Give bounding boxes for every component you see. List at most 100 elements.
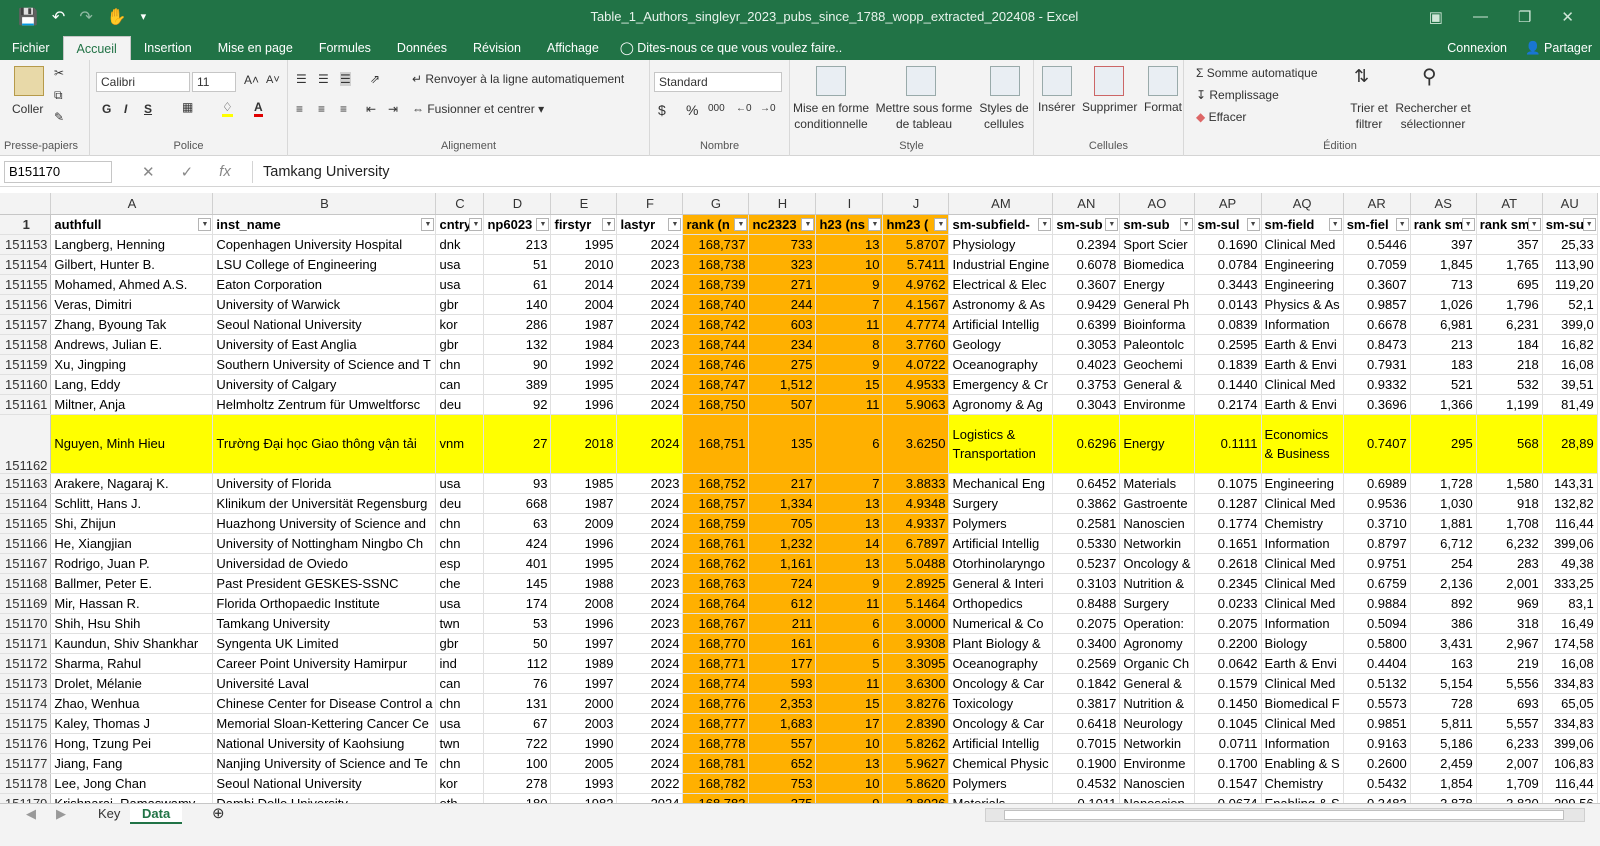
- table-cell[interactable]: usa: [435, 593, 485, 614]
- table-cell[interactable]: 1,683: [748, 713, 817, 734]
- table-cell[interactable]: 3.8833: [882, 473, 950, 494]
- share-button[interactable]: 👤 Partager: [1525, 36, 1592, 60]
- table-cell[interactable]: Enabling & S: [1261, 753, 1344, 774]
- field-header-cell[interactable]: sm-fiel ▼: [1343, 214, 1411, 235]
- row-number[interactable]: 151165: [0, 513, 52, 534]
- row-number[interactable]: 151175: [0, 713, 52, 734]
- table-cell[interactable]: 399,06: [1542, 733, 1598, 754]
- paste-button[interactable]: Coller: [12, 102, 43, 116]
- field-header-cell[interactable]: rank (n ▼: [682, 214, 750, 235]
- table-cell[interactable]: 2022: [616, 773, 684, 794]
- formula-input[interactable]: Tamkang University: [252, 160, 1600, 183]
- table-cell[interactable]: 168,759: [682, 513, 750, 534]
- table-cell[interactable]: can: [435, 673, 485, 694]
- table-cell[interactable]: 0.2618: [1194, 553, 1262, 574]
- table-cell[interactable]: usa: [435, 713, 485, 734]
- font-color-icon[interactable]: A: [254, 100, 263, 117]
- table-cell[interactable]: 211: [748, 613, 817, 634]
- table-cell[interactable]: Networkin: [1119, 733, 1195, 754]
- table-cell[interactable]: 286: [483, 314, 552, 335]
- table-cell[interactable]: 5.9627: [882, 753, 950, 774]
- table-cell[interactable]: 1,161: [748, 553, 817, 574]
- table-cell[interactable]: 2018: [550, 414, 618, 474]
- bold-button[interactable]: G: [102, 102, 111, 116]
- table-cell[interactable]: 2,007: [1476, 753, 1543, 774]
- table-cell[interactable]: 168,761: [682, 533, 750, 554]
- table-cell[interactable]: University of Warwick: [212, 294, 437, 315]
- table-cell[interactable]: Eaton Corporation: [212, 274, 437, 295]
- row-number[interactable]: 151166: [0, 533, 52, 554]
- table-cell[interactable]: 1,512: [748, 374, 817, 395]
- table-cell[interactable]: 695: [1476, 274, 1543, 295]
- copy-icon[interactable]: ⧉: [54, 88, 63, 103]
- next-sheet-icon[interactable]: ▶: [44, 804, 78, 824]
- table-cell[interactable]: Plant Biology &: [948, 633, 1054, 654]
- table-cell[interactable]: 25,33: [1542, 234, 1598, 255]
- cell-styles-button[interactable]: Styles de cellules: [974, 100, 1034, 132]
- table-cell[interactable]: 0.3443: [1194, 274, 1262, 295]
- filter-dropdown-icon[interactable]: ▼: [1328, 217, 1342, 231]
- table-cell[interactable]: 16,49: [1542, 613, 1598, 634]
- cancel-icon[interactable]: ✕: [142, 163, 155, 181]
- filter-dropdown-icon[interactable]: ▼: [1461, 217, 1475, 231]
- table-cell[interactable]: 1990: [550, 733, 618, 754]
- table-cell[interactable]: 0.3053: [1052, 334, 1121, 355]
- table-cell[interactable]: 0.8473: [1343, 334, 1411, 355]
- table-cell[interactable]: Chemistry: [1261, 513, 1344, 534]
- table-cell[interactable]: 168,764: [682, 593, 750, 614]
- align-top-icon[interactable]: ☰: [296, 72, 307, 86]
- table-cell[interactable]: Artificial Intellig: [948, 733, 1054, 754]
- table-cell[interactable]: 13: [815, 553, 884, 574]
- table-cell[interactable]: 0.2345: [1194, 573, 1262, 594]
- table-cell[interactable]: 0.5132: [1343, 673, 1411, 694]
- table-cell[interactable]: General Ph: [1119, 294, 1195, 315]
- table-cell[interactable]: 0.6989: [1343, 473, 1411, 494]
- table-cell[interactable]: 603: [748, 314, 817, 335]
- table-cell[interactable]: Hong, Tzung Pei: [50, 733, 214, 754]
- table-cell[interactable]: 0.4404: [1343, 653, 1411, 674]
- table-cell[interactable]: 90: [483, 354, 552, 375]
- table-cell[interactable]: 6,231: [1476, 314, 1543, 335]
- table-cell[interactable]: 93: [483, 473, 552, 494]
- table-cell[interactable]: 168,742: [682, 314, 750, 335]
- table-cell[interactable]: 2024: [616, 553, 684, 574]
- table-cell[interactable]: Energy: [1119, 414, 1195, 474]
- table-cell[interactable]: 0.3607: [1052, 274, 1121, 295]
- table-cell[interactable]: 0.3400: [1052, 633, 1121, 654]
- table-cell[interactable]: 168,771: [682, 653, 750, 674]
- table-cell[interactable]: Information: [1261, 733, 1344, 754]
- delete-button[interactable]: Supprimer: [1082, 100, 1137, 114]
- table-cell[interactable]: 9: [815, 274, 884, 295]
- filter-dropdown-icon[interactable]: ▼: [734, 217, 748, 231]
- table-cell[interactable]: 0.3607: [1343, 274, 1411, 295]
- table-cell[interactable]: 0.3103: [1052, 573, 1121, 594]
- table-cell[interactable]: 0.2394: [1052, 234, 1121, 255]
- table-cell[interactable]: 4.9337: [882, 513, 950, 534]
- table-cell[interactable]: 168,751: [682, 414, 750, 474]
- shrink-font-icon[interactable]: A˅: [266, 74, 280, 86]
- table-cell[interactable]: Chemical Physic: [948, 753, 1054, 774]
- align-left-icon[interactable]: ≡: [296, 102, 303, 116]
- table-cell[interactable]: 5.1464: [882, 593, 950, 614]
- table-cell[interactable]: 1,580: [1476, 473, 1543, 494]
- table-cell[interactable]: Chemistry: [1261, 773, 1344, 794]
- table-cell[interactable]: 1,854: [1410, 773, 1477, 794]
- table-cell[interactable]: 334,83: [1542, 673, 1598, 694]
- table-cell[interactable]: 9: [815, 573, 884, 594]
- row-number[interactable]: 151157: [0, 314, 52, 335]
- tab-affichage[interactable]: Affichage: [534, 36, 612, 60]
- table-cell[interactable]: 323: [748, 254, 817, 275]
- table-cell[interactable]: chn: [435, 533, 485, 554]
- table-cell[interactable]: 2004: [550, 294, 618, 315]
- table-cell[interactable]: 0.2595: [1194, 334, 1262, 355]
- table-cell[interactable]: 753: [748, 773, 817, 794]
- font-size-select[interactable]: 11: [192, 72, 236, 92]
- tab-insertion[interactable]: Insertion: [131, 36, 205, 60]
- table-cell[interactable]: 3.7760: [882, 334, 950, 355]
- table-cell[interactable]: Shih, Hsu Shih: [50, 613, 214, 634]
- table-cell[interactable]: 507: [748, 394, 817, 415]
- table-cell[interactable]: twn: [435, 613, 485, 634]
- table-cell[interactable]: 0.6418: [1052, 713, 1121, 734]
- column-letter[interactable]: AS: [1410, 193, 1477, 215]
- table-cell[interactable]: 8: [815, 334, 884, 355]
